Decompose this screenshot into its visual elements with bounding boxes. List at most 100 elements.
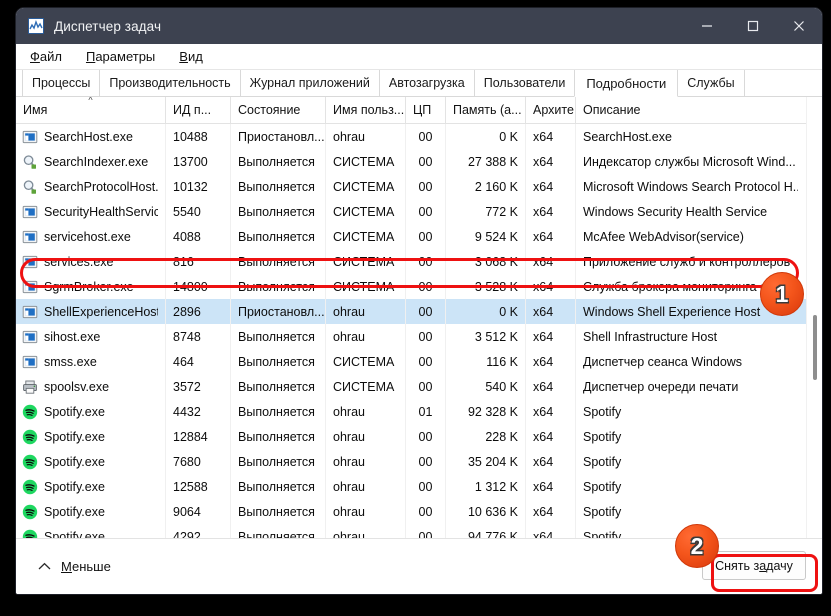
- cell-pid: 14800: [166, 274, 231, 299]
- column-header-mem[interactable]: Память (а...: [446, 97, 526, 124]
- cell-name: SearchIndexer.exe: [16, 149, 166, 174]
- less-accel: М: [61, 559, 72, 574]
- process-name-label: spoolsv.exe: [44, 379, 110, 394]
- cell-state: Выполняется: [231, 274, 326, 299]
- cell-user: ohrau: [326, 524, 406, 538]
- cell-state: Выполняется: [231, 199, 326, 224]
- cell-arch: x64: [526, 399, 576, 424]
- selected-process-row[interactable]: ShellExperienceHost.... 2896Приостановл..…: [16, 299, 822, 324]
- window-icon: [22, 279, 38, 295]
- cell-user: СИСТЕМА: [326, 174, 406, 199]
- cell-name: smss.exe: [16, 349, 166, 374]
- cell-pid: 7680: [166, 449, 231, 474]
- table-row[interactable]: SgrmBroker.exe 14800 Выполняется СИСТЕМА 00 3…: [16, 274, 822, 299]
- menu-bar: Файл Параметры Вид: [16, 44, 822, 70]
- scrollbar-thumb[interactable]: [813, 315, 817, 380]
- cell-user: ohrau: [326, 324, 406, 349]
- tab-processes[interactable]: Процессы: [22, 70, 101, 97]
- cell-cpu: 00: [406, 324, 446, 349]
- window-controls: [684, 8, 822, 44]
- tab-strip: Процессы Производительность Журнал прило…: [16, 70, 822, 97]
- cell-pid: 8748: [166, 324, 231, 349]
- table-row[interactable]: spoolsv.exe 3572 Выполняется СИСТЕМА 00 540 K…: [16, 374, 822, 399]
- table-row[interactable]: SearchIndexer.exe 13700 Выполняется СИСТЕМА…: [16, 149, 822, 174]
- vertical-scrollbar[interactable]: [806, 97, 822, 538]
- cell-mem: 228 K: [446, 424, 526, 449]
- minimize-button[interactable]: [684, 8, 730, 44]
- column-header-pid[interactable]: ИД п...: [166, 97, 231, 124]
- cell-mem: 772 K: [446, 199, 526, 224]
- cell-pid: 4088: [166, 224, 231, 249]
- tab-performance[interactable]: Производительность: [99, 70, 241, 97]
- cell-desc: Spotify: [583, 479, 622, 494]
- column-header-label: Архите...: [533, 103, 575, 117]
- process-name-label: SearchProtocolHost....: [44, 179, 158, 194]
- close-button[interactable]: [776, 8, 822, 44]
- cell-arch: x64: [526, 299, 576, 324]
- cell-cpu: 00: [406, 299, 446, 324]
- cell-user: СИСТЕМА: [326, 274, 406, 299]
- tab-services[interactable]: Службы: [677, 70, 745, 97]
- tab-users[interactable]: Пользователи: [473, 70, 576, 97]
- table-row[interactable]: Spotify.exe 7680 Выполняется ohrau 00 35 204 …: [16, 449, 822, 474]
- cell-arch: x64: [526, 249, 576, 274]
- tab-app-history[interactable]: Журнал приложений: [239, 70, 380, 97]
- cell-user: ohrau: [326, 124, 406, 149]
- column-header-arch[interactable]: Архите...: [526, 97, 576, 124]
- cell-name: Spotify.exe: [16, 424, 166, 449]
- process-name-label: smss.exe: [44, 354, 97, 369]
- cell-mem: 35 204 K: [446, 449, 526, 474]
- window-icon: [22, 229, 38, 245]
- annotation-badge-1: 1: [760, 272, 804, 316]
- column-header-label: Описание: [583, 103, 641, 117]
- cell-desc: Microsoft Windows Search Protocol H...: [583, 179, 798, 194]
- cell-cpu: 00: [406, 424, 446, 449]
- task-manager-window: Диспетчер задач Файл Параметры Вид Проце…: [16, 8, 822, 594]
- table-row[interactable]: Spotify.exe 9064 Выполняется ohrau 00 10 636 …: [16, 499, 822, 524]
- search-icon: [22, 179, 38, 195]
- end-task-button[interactable]: Снять задачу: [702, 551, 806, 580]
- table-row[interactable]: smss.exe 464 Выполняется СИСТЕМА 00 116 Kx64 Д…: [16, 349, 822, 374]
- process-name-label: ShellExperienceHost....: [44, 304, 158, 319]
- process-name-label: Spotify.exe: [44, 404, 105, 419]
- menu-item-file[interactable]: Файл: [30, 49, 62, 64]
- cell-mem: 92 328 K: [446, 399, 526, 424]
- process-name-label: Spotify.exe: [44, 479, 105, 494]
- menu-item-view[interactable]: Вид: [179, 49, 203, 64]
- column-header-user[interactable]: Имя польз...: [326, 97, 406, 124]
- cell-cpu: 00: [406, 174, 446, 199]
- cell-desc: Spotify: [583, 404, 622, 419]
- less-details-toggle[interactable]: Меньше: [38, 559, 111, 574]
- column-header-name[interactable]: ^ Имя: [16, 97, 166, 124]
- table-row[interactable]: Spotify.exe 12588 Выполняется ohrau 00 1 312 …: [16, 474, 822, 499]
- table-row[interactable]: sihost.exe 8748 Выполняется ohrau 00 3 512 Kx…: [16, 324, 822, 349]
- tab-startup[interactable]: Автозагрузка: [378, 70, 475, 97]
- window-icon: [22, 254, 38, 270]
- column-header-state[interactable]: Состояние: [231, 97, 326, 124]
- cell-cpu: 00: [406, 349, 446, 374]
- cell-name: Spotify.exe: [16, 474, 166, 499]
- tab-details[interactable]: Подробности: [574, 70, 679, 97]
- cell-cpu: 00: [406, 149, 446, 174]
- cell-cpu: 00: [406, 474, 446, 499]
- cell-desc: McAfee WebAdvisor(service): [583, 229, 744, 244]
- column-header-desc[interactable]: Описание: [576, 97, 798, 124]
- maximize-button[interactable]: [730, 8, 776, 44]
- table-row[interactable]: servicehost.exe 4088 Выполняется СИСТЕМА 00 9…: [16, 224, 822, 249]
- table-row[interactable]: Spotify.exe 12884 Выполняется ohrau 00 228 Kx…: [16, 424, 822, 449]
- window-icon: [22, 204, 38, 220]
- cell-mem: 1 312 K: [446, 474, 526, 499]
- table-row[interactable]: SearchProtocolHost.... 10132 Выполняется СИ…: [16, 174, 822, 199]
- table-row[interactable]: services.exe 816 Выполняется СИСТЕМА 00 3 068…: [16, 249, 822, 274]
- table-row[interactable]: SearchHost.exe 10488 Приостановл... ohrau 00…: [16, 124, 822, 149]
- table-row[interactable]: SecurityHealthServic... 5540 Выполняется СИ…: [16, 199, 822, 224]
- cell-mem: 0 K: [446, 299, 526, 324]
- menu-item-options[interactable]: Параметры: [86, 49, 155, 64]
- cell-pid: 12884: [166, 424, 231, 449]
- cell-user: ohrau: [326, 399, 406, 424]
- table-row[interactable]: Spotify.exe 4432 Выполняется ohrau 01 92 328 …: [16, 399, 822, 424]
- screen: Диспетчер задач Файл Параметры Вид Проце…: [0, 0, 831, 616]
- cell-arch: x64: [526, 149, 576, 174]
- cell-mem: 3 528 K: [446, 274, 526, 299]
- column-header-cpu[interactable]: ЦП: [406, 97, 446, 124]
